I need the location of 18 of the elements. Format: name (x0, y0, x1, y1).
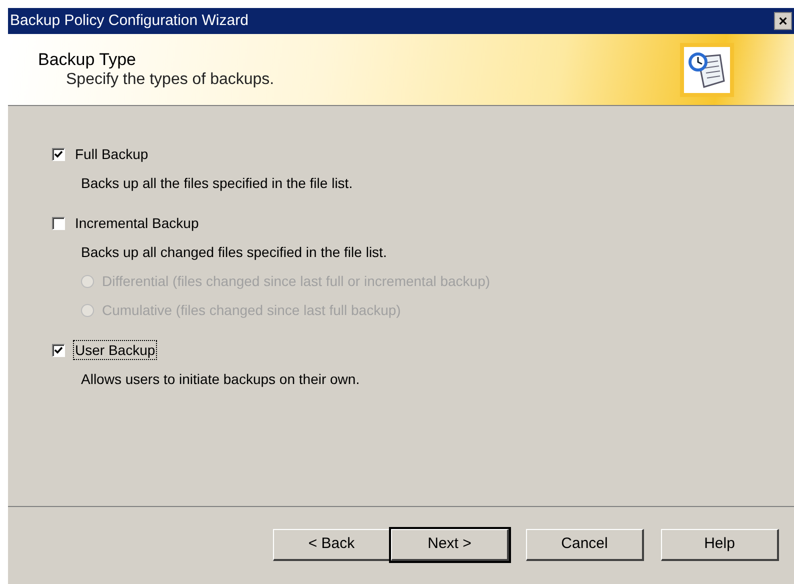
close-button[interactable]: × (774, 12, 792, 30)
checkbox-label[interactable]: Full Backup (74, 145, 150, 163)
dialog-button[interactable]: < Back (273, 529, 391, 561)
checkbox[interactable] (52, 148, 65, 160)
dialog-button[interactable]: Help (661, 529, 779, 561)
checkbox[interactable] (52, 344, 65, 356)
checkbox-label[interactable]: Incremental Backup (74, 214, 200, 232)
scroll-clock-icon (680, 42, 734, 96)
dialog-button[interactable]: Cancel (526, 529, 644, 561)
option-description: Allows users to initiate backups on their own. (80, 370, 361, 389)
option-description: Backs up all the files specified in the file list. (80, 174, 354, 193)
window-title: Backup Policy Configuration Wizard (10, 10, 248, 31)
checkbox-label[interactable]: User Backup (74, 341, 156, 359)
header-title: Backup Type (38, 50, 137, 70)
checkbox[interactable] (52, 216, 65, 230)
header-subtitle: Specify the types of backups. (65, 70, 274, 90)
option-description: Backs up all changed files specified in the file list. (80, 243, 388, 262)
dialog-button[interactable]: Next > (391, 529, 509, 561)
